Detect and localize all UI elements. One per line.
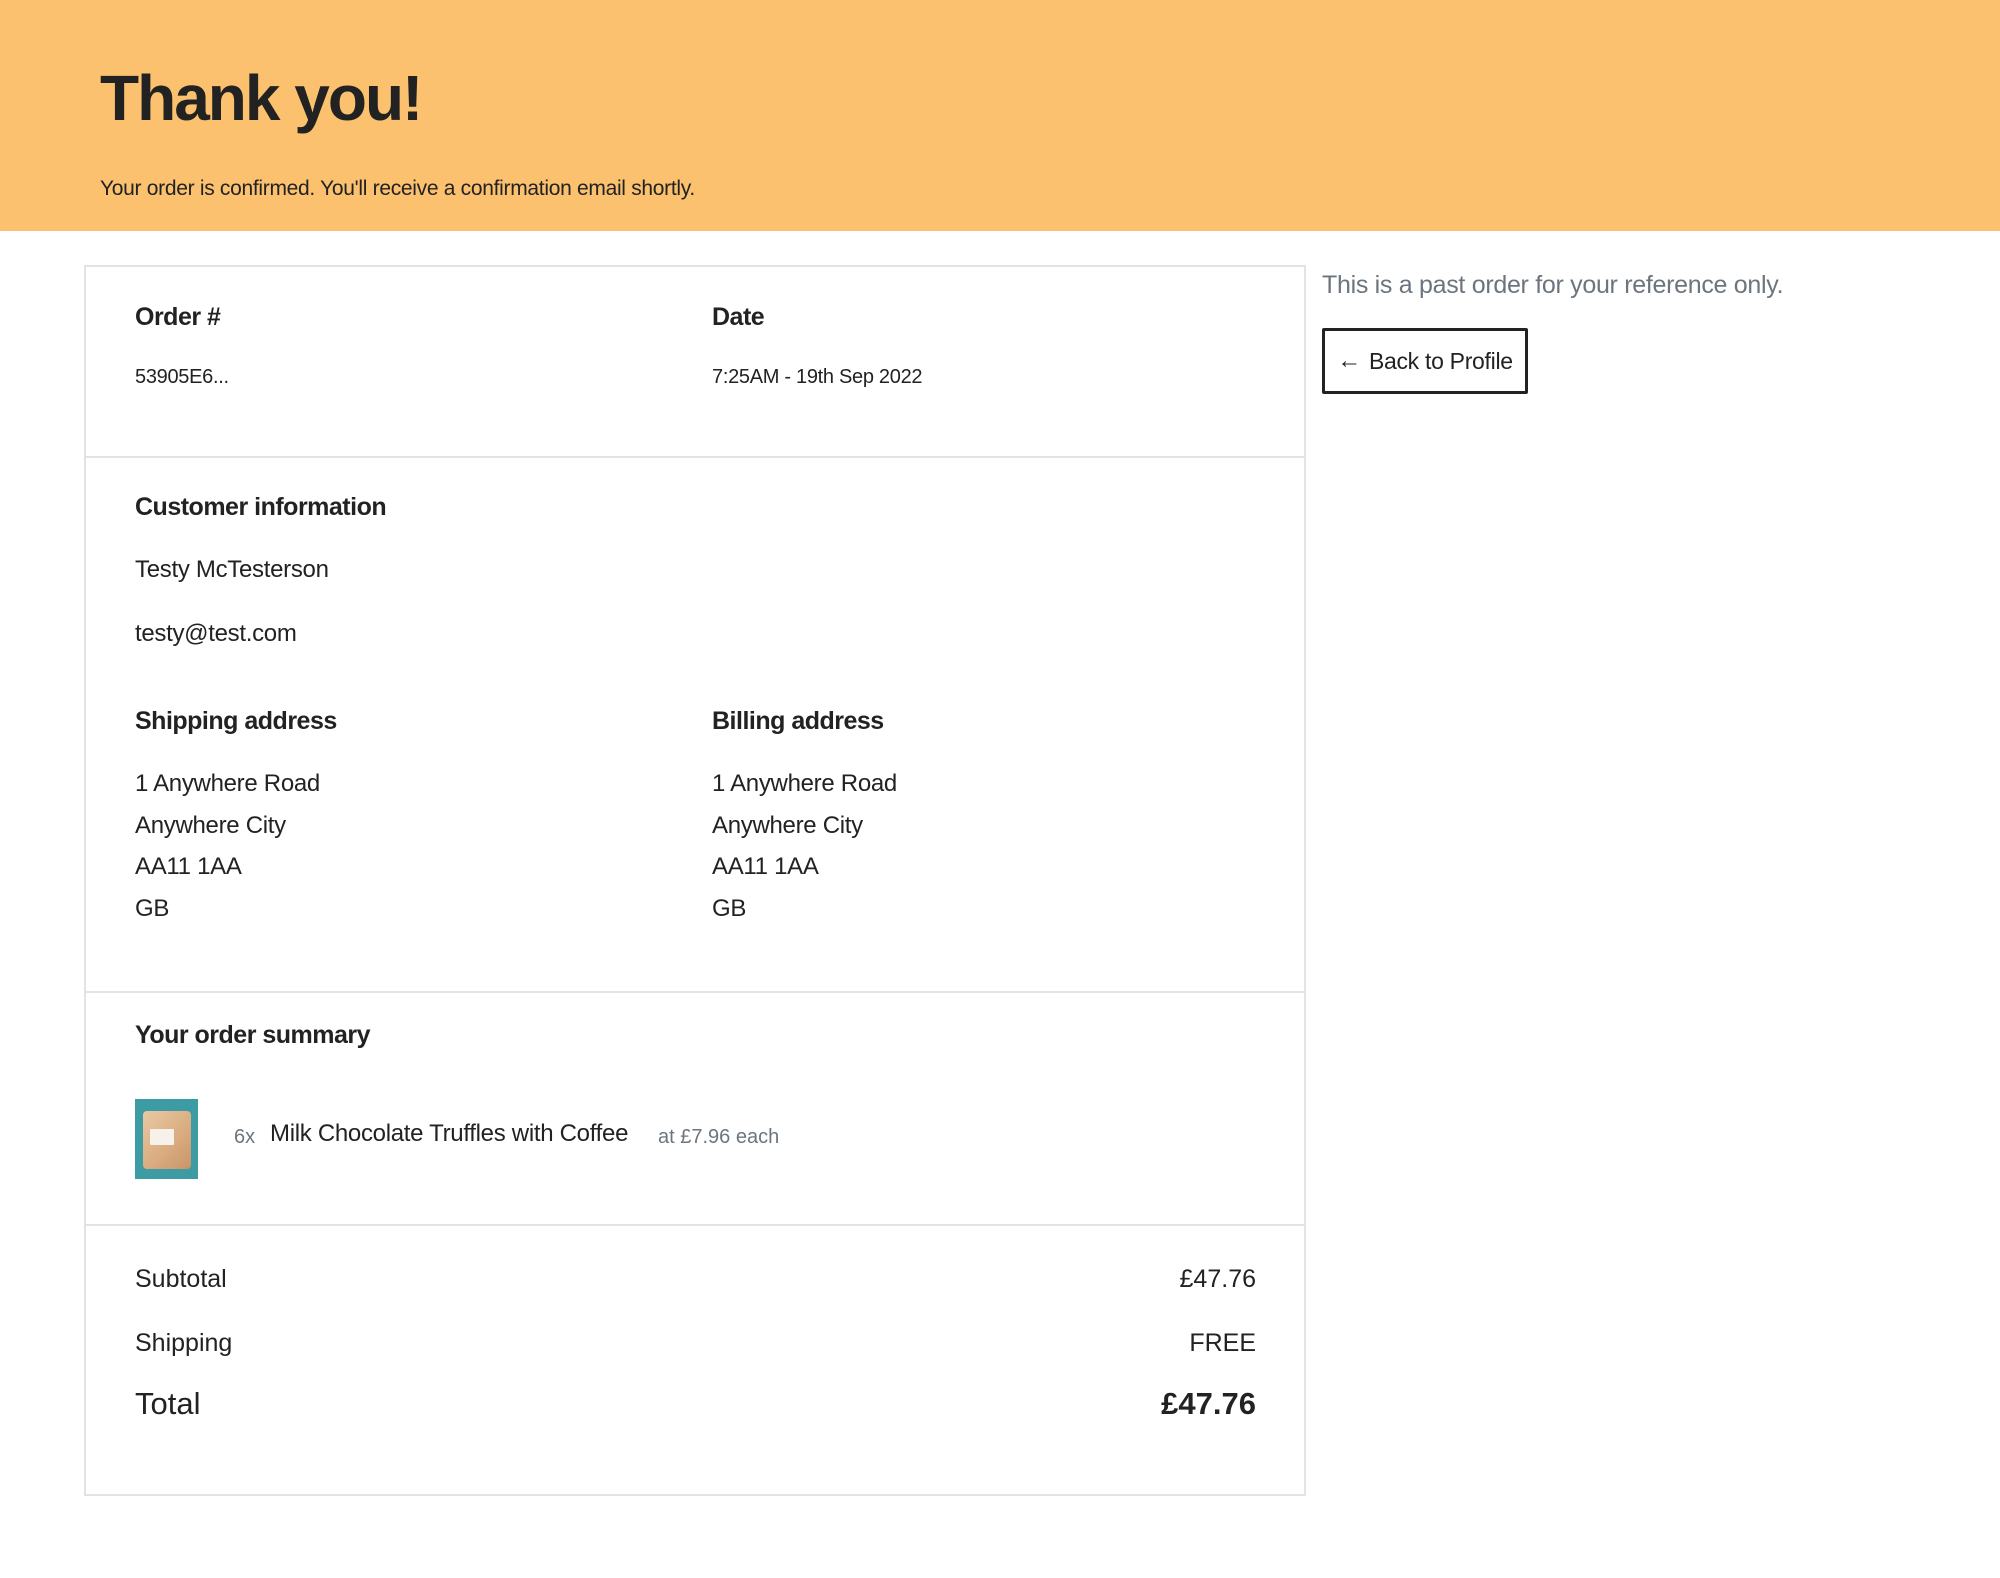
billing-address-line: 1 Anywhere Road bbox=[712, 770, 897, 797]
billing-address-heading: Billing address bbox=[712, 707, 884, 735]
billing-address-line: GB bbox=[712, 895, 747, 922]
order-summary-heading: Your order summary bbox=[135, 1021, 371, 1049]
order-date-label: Date bbox=[712, 303, 765, 331]
confirmation-banner: Thank you! Your order is confirmed. You'… bbox=[0, 0, 2000, 231]
total-label: Total bbox=[135, 1386, 201, 1421]
total-value: £47.76 bbox=[1161, 1386, 1256, 1421]
shipping-value: FREE bbox=[1189, 1329, 1256, 1357]
product-thumbnail bbox=[135, 1099, 198, 1179]
past-order-note: This is a past order for your reference … bbox=[1322, 271, 1784, 299]
order-totals-section: Subtotal £47.76 Shipping FREE Total £47.… bbox=[86, 1226, 1304, 1494]
item-quantity: 6x bbox=[234, 1126, 256, 1148]
order-details-card: Order # 53905E6... Date 7:25AM - 19th Se… bbox=[84, 265, 1306, 1496]
shipping-address-line: AA11 1AA bbox=[135, 853, 242, 880]
shipping-address-line: 1 Anywhere Road bbox=[135, 770, 320, 797]
shipping-label: Shipping bbox=[135, 1329, 233, 1357]
customer-info-section: Customer information Testy McTesterson t… bbox=[86, 458, 1304, 993]
item-name: Milk Chocolate Truffles with Coffee bbox=[270, 1120, 629, 1147]
confirmation-message: Your order is confirmed. You'll receive … bbox=[100, 177, 695, 200]
product-label-sticker bbox=[150, 1129, 174, 1145]
order-summary-section: Your order summary bbox=[86, 993, 1304, 1226]
billing-address-line: AA11 1AA bbox=[712, 853, 819, 880]
order-number-value: 53905E6... bbox=[135, 366, 229, 388]
subtotal-value: £47.76 bbox=[1179, 1265, 1256, 1293]
shipping-address-heading: Shipping address bbox=[135, 707, 337, 735]
customer-name: Testy McTesterson bbox=[135, 556, 329, 583]
shipping-address-line: GB bbox=[135, 895, 170, 922]
billing-address-line: Anywhere City bbox=[712, 812, 863, 839]
back-to-profile-label: Back to Profile bbox=[1368, 347, 1513, 374]
order-info-section: Order # 53905E6... Date 7:25AM - 19th Se… bbox=[86, 267, 1304, 458]
back-to-profile-button[interactable]: ← Back to Profile bbox=[1322, 328, 1528, 394]
item-each-price: at £7.96 each bbox=[658, 1126, 780, 1148]
page-title: Thank you! bbox=[100, 62, 423, 134]
customer-info-heading: Customer information bbox=[135, 493, 387, 521]
order-date-value: 7:25AM - 19th Sep 2022 bbox=[712, 366, 923, 388]
customer-email: testy@test.com bbox=[135, 620, 297, 647]
shipping-address-line: Anywhere City bbox=[135, 812, 286, 839]
arrow-left-icon: ← bbox=[1337, 347, 1361, 374]
subtotal-label: Subtotal bbox=[135, 1265, 227, 1293]
order-number-label: Order # bbox=[135, 303, 221, 331]
